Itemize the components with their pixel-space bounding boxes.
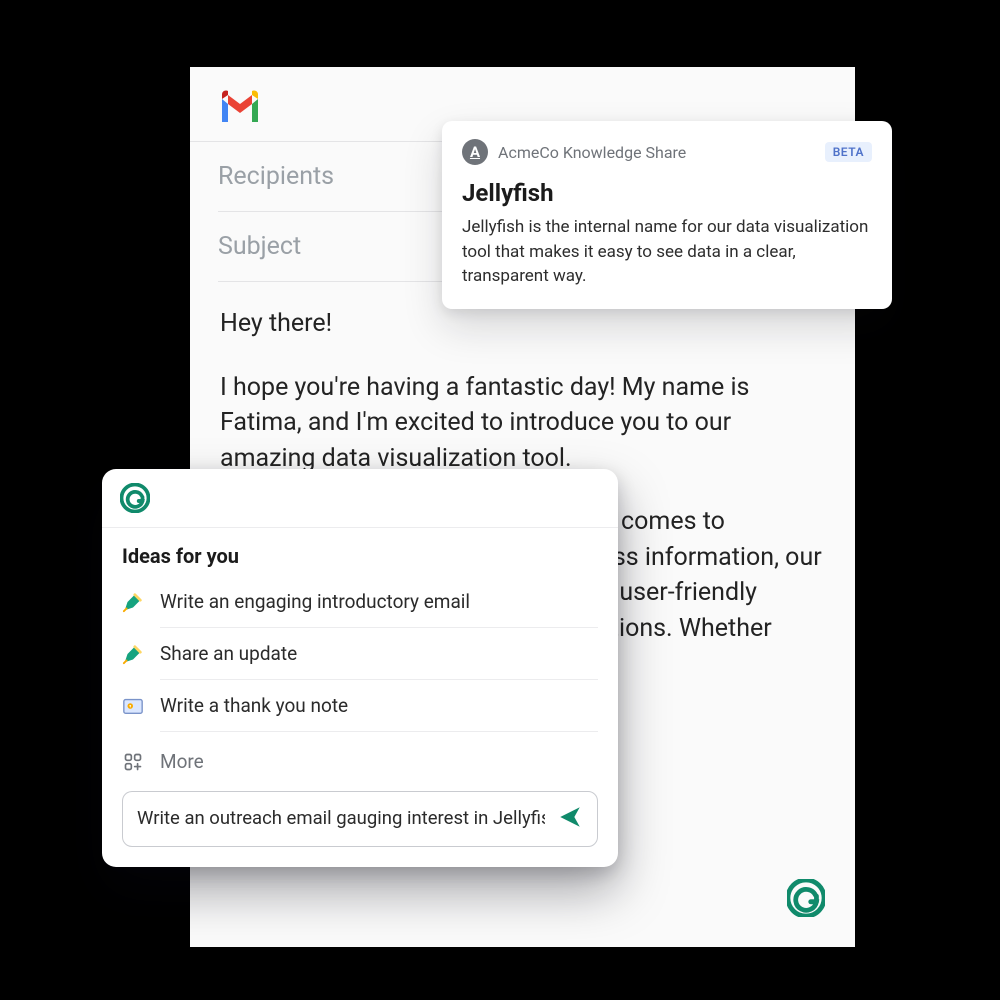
more-suggestions-button[interactable]: More — [122, 738, 598, 779]
knowledge-description: Jellyfish is the internal name for our d… — [462, 215, 872, 289]
ideas-heading: Ideas for you — [122, 544, 598, 568]
idea-suggestion-item[interactable]: Write a thank you note — [122, 680, 598, 732]
idea-suggestion-item[interactable]: Write an engaging introductory email — [122, 576, 598, 628]
knowledge-share-popup: A AcmeCo Knowledge Share BETA Jellyfish … — [442, 121, 892, 309]
beta-badge: BETA — [825, 142, 872, 162]
grammarly-floating-button[interactable] — [787, 879, 825, 917]
idea-label: Share an update — [160, 628, 598, 680]
pen-icon — [122, 643, 144, 665]
prompt-input-text: Write an outreach email gauging interest… — [137, 807, 545, 830]
more-label: More — [160, 750, 204, 773]
pen-icon — [122, 591, 144, 613]
grid-plus-icon — [122, 752, 144, 772]
idea-suggestion-list: Write an engaging introductory email Sha… — [122, 576, 598, 732]
card-icon — [122, 695, 144, 717]
idea-label: Write an engaging introductory email — [160, 576, 598, 628]
body-paragraph: Hey there! — [220, 306, 825, 342]
body-paragraph: I hope you're having a fantastic day! My… — [220, 370, 825, 477]
idea-label: Write a thank you note — [160, 680, 598, 732]
prompt-input[interactable]: Write an outreach email gauging interest… — [122, 791, 598, 847]
send-icon[interactable] — [557, 804, 583, 834]
ideas-for-you-popup: Ideas for you Write an engaging introduc… — [102, 469, 618, 867]
knowledge-title: Jellyfish — [462, 179, 872, 207]
knowledge-source-label: AcmeCo Knowledge Share — [498, 143, 815, 162]
source-avatar-icon: A — [462, 139, 488, 165]
grammarly-logo-icon — [120, 483, 150, 513]
idea-suggestion-item[interactable]: Share an update — [122, 628, 598, 680]
